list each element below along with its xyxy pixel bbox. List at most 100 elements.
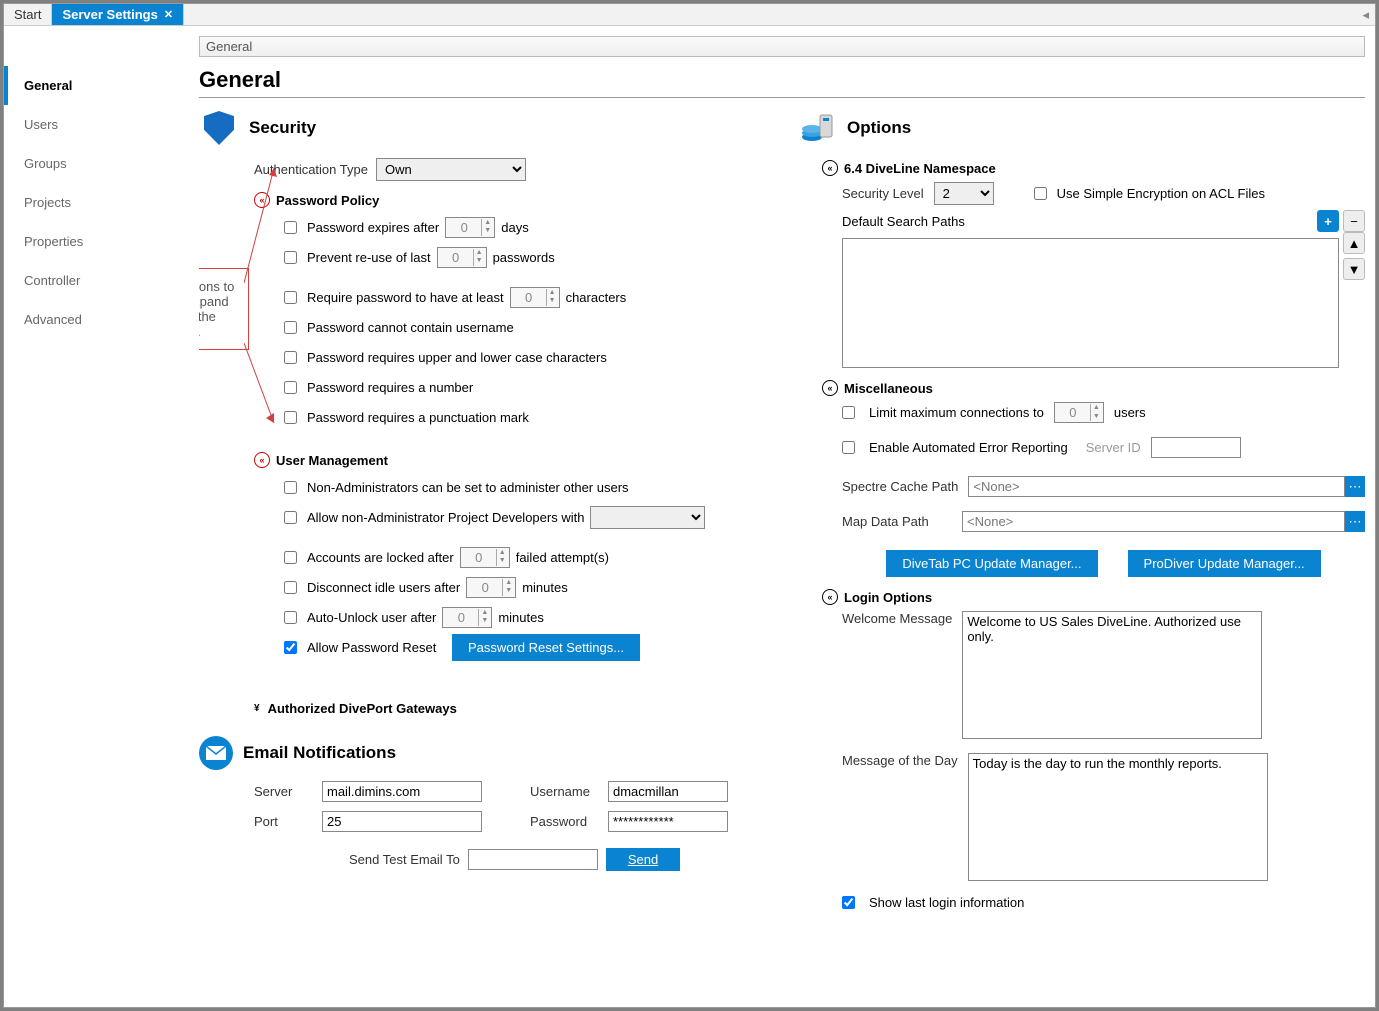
- lockafter-label: Accounts are locked after: [307, 550, 454, 565]
- movedown-button[interactable]: ▼: [1343, 258, 1365, 280]
- user-management-title: User Management: [276, 453, 388, 468]
- moveup-button[interactable]: ▲: [1343, 232, 1365, 254]
- nonadmin-checkbox[interactable]: [284, 481, 297, 494]
- minlen-checkbox[interactable]: [284, 291, 297, 304]
- cache-browse-button[interactable]: ⋯: [1345, 476, 1365, 497]
- lockafter-checkbox[interactable]: [284, 551, 297, 564]
- characters-label: characters: [566, 290, 627, 305]
- email-username-input[interactable]: [608, 781, 728, 802]
- email-server-input[interactable]: [322, 781, 482, 802]
- sidebar: General Users Groups Projects Properties…: [4, 26, 199, 1007]
- disconnect-label: Disconnect idle users after: [307, 580, 460, 595]
- limitconn-label: Limit maximum connections to: [869, 405, 1044, 420]
- remove-path-button[interactable]: −: [1343, 210, 1365, 232]
- sidebar-item-groups[interactable]: Groups: [4, 144, 199, 183]
- cache-input[interactable]: [968, 476, 1345, 497]
- welcome-textarea[interactable]: Welcome to US Sales DiveLine. Authorized…: [962, 611, 1262, 739]
- disconnect-checkbox[interactable]: [284, 581, 297, 594]
- number-label: Password requires a number: [307, 380, 473, 395]
- searchpaths-listbox[interactable]: [842, 238, 1339, 368]
- close-icon[interactable]: ✕: [164, 8, 173, 21]
- number-checkbox[interactable]: [284, 381, 297, 394]
- gateways-title: Authorized DivePort Gateways: [268, 701, 457, 716]
- main: General General Click the chevrons to co…: [199, 26, 1375, 1007]
- map-input[interactable]: [962, 511, 1345, 532]
- motd-label: Message of the Day: [842, 753, 958, 768]
- autounlock-checkbox[interactable]: [284, 611, 297, 624]
- password-reset-settings-button[interactable]: Password Reset Settings...: [452, 634, 640, 661]
- breadcrumb: General: [199, 36, 1365, 57]
- allowdevs-select[interactable]: [590, 506, 705, 529]
- sidebar-item-controller[interactable]: Controller: [4, 261, 199, 300]
- tab-server-label: Server Settings: [62, 7, 157, 22]
- add-path-button[interactable]: +: [1317, 210, 1339, 232]
- tab-server-settings[interactable]: Server Settings ✕: [52, 4, 184, 25]
- disconnect-input[interactable]: 0▲▼: [466, 577, 516, 598]
- upperlower-checkbox[interactable]: [284, 351, 297, 364]
- sidebar-item-general[interactable]: General: [4, 66, 199, 105]
- password-policy-title: Password Policy: [276, 193, 379, 208]
- expires-label: Password expires after: [307, 220, 439, 235]
- errreport-checkbox[interactable]: [842, 441, 855, 454]
- tab-start[interactable]: Start: [4, 4, 52, 25]
- page-title: General: [199, 67, 1365, 98]
- prodiver-manager-button[interactable]: ProDiver Update Manager...: [1128, 550, 1321, 577]
- envelope-icon: [199, 736, 233, 770]
- email-port-input[interactable]: [322, 811, 482, 832]
- tabbar: Start Server Settings ✕ ◂: [4, 4, 1375, 26]
- simpleenc-checkbox[interactable]: [1034, 187, 1047, 200]
- reuse-count-input[interactable]: 0▲▼: [437, 247, 487, 268]
- sendto-input[interactable]: [468, 849, 598, 870]
- callout-tooltip: Click the chevrons to collapse or expand…: [199, 268, 249, 350]
- database-icon: [797, 108, 837, 148]
- send-button[interactable]: Send: [606, 848, 680, 871]
- divetab-manager-button[interactable]: DiveTab PC Update Manager...: [886, 550, 1097, 577]
- reuse-label: Prevent re-use of last: [307, 250, 431, 265]
- chevron-up-icon[interactable]: «: [254, 192, 270, 208]
- days-label: days: [501, 220, 528, 235]
- send-button-label: Send: [628, 852, 658, 867]
- serverid-input[interactable]: [1151, 437, 1241, 458]
- minutes-label: minutes: [522, 580, 568, 595]
- welcome-label: Welcome Message: [842, 611, 952, 626]
- allowreset-label: Allow Password Reset: [307, 640, 436, 655]
- chevron-up-icon[interactable]: «: [822, 380, 838, 396]
- tab-overflow-icon[interactable]: ◂: [1356, 4, 1375, 25]
- chevron-up-icon[interactable]: «: [822, 589, 838, 605]
- users-label: users: [1114, 405, 1146, 420]
- minlen-label: Require password to have at least: [307, 290, 504, 305]
- reuse-checkbox[interactable]: [284, 251, 297, 264]
- errreport-label: Enable Automated Error Reporting: [869, 440, 1068, 455]
- sidebar-item-properties[interactable]: Properties: [4, 222, 199, 261]
- sidebar-item-users[interactable]: Users: [4, 105, 199, 144]
- showlast-checkbox[interactable]: [842, 896, 855, 909]
- passwords-label: passwords: [493, 250, 555, 265]
- expires-days-input[interactable]: 0▲▼: [445, 217, 495, 238]
- security-title: Security: [249, 118, 316, 138]
- chevron-down-icon[interactable]: ¥: [254, 703, 260, 714]
- searchpaths-label: Default Search Paths: [842, 214, 965, 229]
- lockafter-input[interactable]: 0▲▼: [460, 547, 510, 568]
- map-browse-button[interactable]: ⋯: [1345, 511, 1365, 532]
- allowreset-checkbox[interactable]: [284, 641, 297, 654]
- limitconn-checkbox[interactable]: [842, 406, 855, 419]
- map-label: Map Data Path: [842, 514, 952, 529]
- misc-title: Miscellaneous: [844, 381, 933, 396]
- nouser-checkbox[interactable]: [284, 321, 297, 334]
- limitconn-input[interactable]: 0▲▼: [1054, 402, 1104, 423]
- autounlock-input[interactable]: 0▲▼: [442, 607, 492, 628]
- email-password-label: Password: [530, 814, 600, 829]
- sidebar-item-advanced[interactable]: Advanced: [4, 300, 199, 339]
- email-password-input[interactable]: [608, 811, 728, 832]
- tab-start-label: Start: [14, 7, 41, 22]
- auth-type-select[interactable]: Own: [376, 158, 526, 181]
- chevron-up-icon[interactable]: «: [822, 160, 838, 176]
- expires-checkbox[interactable]: [284, 221, 297, 234]
- sidebar-item-projects[interactable]: Projects: [4, 183, 199, 222]
- chevron-up-icon[interactable]: «: [254, 452, 270, 468]
- seclevel-select[interactable]: 2: [934, 182, 994, 205]
- motd-textarea[interactable]: Today is the day to run the monthly repo…: [968, 753, 1268, 881]
- punct-checkbox[interactable]: [284, 411, 297, 424]
- minlen-input[interactable]: 0▲▼: [510, 287, 560, 308]
- allowdevs-checkbox[interactable]: [284, 511, 297, 524]
